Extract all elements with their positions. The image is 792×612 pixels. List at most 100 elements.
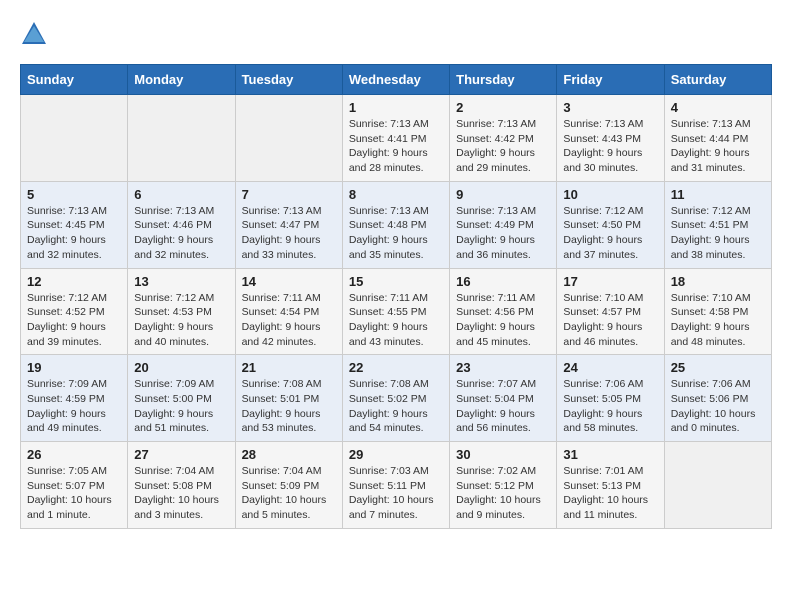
cell-text: Sunrise: 7:12 AM Sunset: 4:53 PM Dayligh… (134, 291, 228, 350)
weekday-header: Saturday (664, 65, 771, 95)
day-number: 25 (671, 360, 765, 375)
calendar-cell: 24 Sunrise: 7:06 AM Sunset: 5:05 PM Dayli… (557, 355, 664, 442)
day-number: 9 (456, 187, 550, 202)
calendar-cell: 7 Sunrise: 7:13 AM Sunset: 4:47 PM Daylig… (235, 181, 342, 268)
day-number: 28 (242, 447, 336, 462)
cell-text: Sunrise: 7:04 AM Sunset: 5:09 PM Dayligh… (242, 464, 336, 523)
cell-text: Sunrise: 7:12 AM Sunset: 4:51 PM Dayligh… (671, 204, 765, 263)
cell-text: Sunrise: 7:11 AM Sunset: 4:54 PM Dayligh… (242, 291, 336, 350)
calendar-cell: 11 Sunrise: 7:12 AM Sunset: 4:51 PM Dayli… (664, 181, 771, 268)
cell-text: Sunrise: 7:02 AM Sunset: 5:12 PM Dayligh… (456, 464, 550, 523)
cell-text: Sunrise: 7:06 AM Sunset: 5:06 PM Dayligh… (671, 377, 765, 436)
cell-text: Sunrise: 7:03 AM Sunset: 5:11 PM Dayligh… (349, 464, 443, 523)
calendar-cell: 13 Sunrise: 7:12 AM Sunset: 4:53 PM Dayli… (128, 268, 235, 355)
cell-text: Sunrise: 7:06 AM Sunset: 5:05 PM Dayligh… (563, 377, 657, 436)
calendar-cell: 9 Sunrise: 7:13 AM Sunset: 4:49 PM Daylig… (450, 181, 557, 268)
logo (20, 20, 52, 48)
day-number: 30 (456, 447, 550, 462)
page-header (20, 20, 772, 48)
calendar-cell: 21Sunrise: 7:08 AM Sunset: 5:01 PM Dayli… (235, 355, 342, 442)
day-number: 13 (134, 274, 228, 289)
cell-text: Sunrise: 7:08 AM Sunset: 5:02 PM Dayligh… (349, 377, 443, 436)
day-number: 18 (671, 274, 765, 289)
calendar-cell: 20 Sunrise: 7:09 AM Sunset: 5:00 PM Dayli… (128, 355, 235, 442)
calendar-cell (664, 442, 771, 529)
calendar-cell (235, 95, 342, 182)
calendar-cell: 8 Sunrise: 7:13 AM Sunset: 4:48 PM Daylig… (342, 181, 449, 268)
day-number: 10 (563, 187, 657, 202)
cell-text: Sunrise: 7:09 AM Sunset: 5:00 PM Dayligh… (134, 377, 228, 436)
cell-text: Sunrise: 7:09 AM Sunset: 4:59 PM Dayligh… (27, 377, 121, 436)
calendar-cell: 3 Sunrise: 7:13 AM Sunset: 4:43 PM Daylig… (557, 95, 664, 182)
day-number: 14 (242, 274, 336, 289)
calendar-cell: 26 Sunrise: 7:05 AM Sunset: 5:07 PM Dayli… (21, 442, 128, 529)
cell-text: Sunrise: 7:07 AM Sunset: 5:04 PM Dayligh… (456, 377, 550, 436)
logo-icon (20, 20, 48, 48)
cell-text: Sunrise: 7:13 AM Sunset: 4:43 PM Dayligh… (563, 117, 657, 176)
calendar-cell: 12 Sunrise: 7:12 AM Sunset: 4:52 PM Dayli… (21, 268, 128, 355)
day-number: 23 (456, 360, 550, 375)
calendar-cell: 31 Sunrise: 7:01 AM Sunset: 5:13 PM Dayli… (557, 442, 664, 529)
day-number: 27 (134, 447, 228, 462)
day-number: 26 (27, 447, 121, 462)
calendar-cell: 6 Sunrise: 7:13 AM Sunset: 4:46 PM Daylig… (128, 181, 235, 268)
calendar-cell: 1 Sunrise: 7:13 AM Sunset: 4:41 PM Daylig… (342, 95, 449, 182)
cell-text: Sunrise: 7:13 AM Sunset: 4:41 PM Dayligh… (349, 117, 443, 176)
calendar-cell: 10Sunrise: 7:12 AM Sunset: 4:50 PM Dayli… (557, 181, 664, 268)
cell-text: Sunrise: 7:04 AM Sunset: 5:08 PM Dayligh… (134, 464, 228, 523)
cell-text: Sunrise: 7:13 AM Sunset: 4:47 PM Dayligh… (242, 204, 336, 263)
calendar-cell (21, 95, 128, 182)
calendar-table: SundayMondayTuesdayWednesdayThursdayFrid… (20, 64, 772, 529)
calendar-cell: 28 Sunrise: 7:04 AM Sunset: 5:09 PM Dayli… (235, 442, 342, 529)
cell-text: Sunrise: 7:13 AM Sunset: 4:42 PM Dayligh… (456, 117, 550, 176)
calendar-cell: 4Sunrise: 7:13 AM Sunset: 4:44 PM Daylig… (664, 95, 771, 182)
weekday-header: Friday (557, 65, 664, 95)
calendar-cell: 25 Sunrise: 7:06 AM Sunset: 5:06 PM Dayli… (664, 355, 771, 442)
calendar-cell: 17 Sunrise: 7:10 AM Sunset: 4:57 PM Dayli… (557, 268, 664, 355)
day-number: 16 (456, 274, 550, 289)
day-number: 7 (242, 187, 336, 202)
calendar-cell: 22 Sunrise: 7:08 AM Sunset: 5:02 PM Dayli… (342, 355, 449, 442)
day-number: 6 (134, 187, 228, 202)
cell-text: Sunrise: 7:13 AM Sunset: 4:48 PM Dayligh… (349, 204, 443, 263)
cell-text: Sunrise: 7:11 AM Sunset: 4:56 PM Dayligh… (456, 291, 550, 350)
cell-text: Sunrise: 7:11 AM Sunset: 4:55 PM Dayligh… (349, 291, 443, 350)
cell-text: Sunrise: 7:13 AM Sunset: 4:44 PM Dayligh… (671, 117, 765, 176)
calendar-cell: 29 Sunrise: 7:03 AM Sunset: 5:11 PM Dayli… (342, 442, 449, 529)
day-number: 31 (563, 447, 657, 462)
cell-text: Sunrise: 7:08 AM Sunset: 5:01 PM Dayligh… (242, 377, 336, 436)
calendar-cell: 14 Sunrise: 7:11 AM Sunset: 4:54 PM Dayli… (235, 268, 342, 355)
day-number: 11 (671, 187, 765, 202)
day-number: 24 (563, 360, 657, 375)
calendar-cell: 16 Sunrise: 7:11 AM Sunset: 4:56 PM Dayli… (450, 268, 557, 355)
day-number: 19 (27, 360, 121, 375)
cell-text: Sunrise: 7:10 AM Sunset: 4:57 PM Dayligh… (563, 291, 657, 350)
day-number: 22 (349, 360, 443, 375)
cell-text: Sunrise: 7:13 AM Sunset: 4:49 PM Dayligh… (456, 204, 550, 263)
weekday-header: Sunday (21, 65, 128, 95)
day-number: 8 (349, 187, 443, 202)
calendar-cell: 15 Sunrise: 7:11 AM Sunset: 4:55 PM Dayli… (342, 268, 449, 355)
calendar-cell: 23 Sunrise: 7:07 AM Sunset: 5:04 PM Dayli… (450, 355, 557, 442)
day-number: 29 (349, 447, 443, 462)
cell-text: Sunrise: 7:05 AM Sunset: 5:07 PM Dayligh… (27, 464, 121, 523)
day-number: 17 (563, 274, 657, 289)
cell-text: Sunrise: 7:10 AM Sunset: 4:58 PM Dayligh… (671, 291, 765, 350)
day-number: 20 (134, 360, 228, 375)
day-number: 15 (349, 274, 443, 289)
cell-text: Sunrise: 7:13 AM Sunset: 4:45 PM Dayligh… (27, 204, 121, 263)
day-number: 2 (456, 100, 550, 115)
day-number: 5 (27, 187, 121, 202)
cell-text: Sunrise: 7:01 AM Sunset: 5:13 PM Dayligh… (563, 464, 657, 523)
day-number: 12 (27, 274, 121, 289)
calendar-cell: 5 Sunrise: 7:13 AM Sunset: 4:45 PM Daylig… (21, 181, 128, 268)
weekday-header: Monday (128, 65, 235, 95)
day-number: 3 (563, 100, 657, 115)
day-number: 1 (349, 100, 443, 115)
calendar-cell: 27 Sunrise: 7:04 AM Sunset: 5:08 PM Dayli… (128, 442, 235, 529)
weekday-header: Wednesday (342, 65, 449, 95)
calendar-cell: 2 Sunrise: 7:13 AM Sunset: 4:42 PM Daylig… (450, 95, 557, 182)
cell-text: Sunrise: 7:13 AM Sunset: 4:46 PM Dayligh… (134, 204, 228, 263)
cell-text: Sunrise: 7:12 AM Sunset: 4:52 PM Dayligh… (27, 291, 121, 350)
calendar-cell: 19 Sunrise: 7:09 AM Sunset: 4:59 PM Dayli… (21, 355, 128, 442)
